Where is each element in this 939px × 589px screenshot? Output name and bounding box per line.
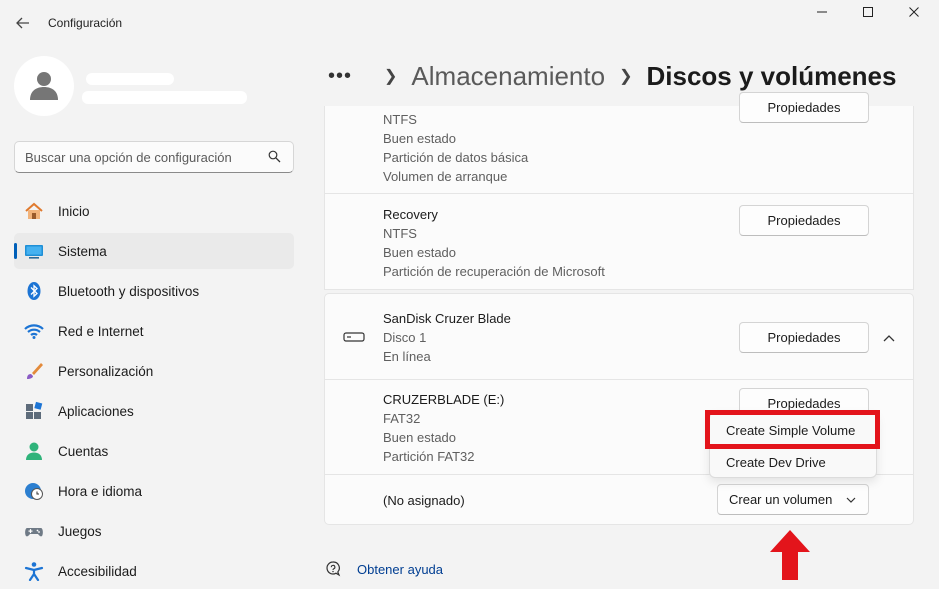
avatar[interactable]: [14, 56, 74, 116]
sidebar-item-label: Red e Internet: [58, 323, 144, 339]
chevron-up-icon[interactable]: [883, 334, 895, 342]
sidebar-item-label: Juegos: [58, 523, 102, 539]
accessibility-icon: [24, 562, 44, 581]
breadcrumb-more-button[interactable]: •••: [328, 65, 352, 88]
volume-status: Buen estado: [383, 430, 457, 445]
title-bar: Configuración: [0, 0, 939, 46]
sidebar-item-label: Bluetooth y dispositivos: [58, 283, 200, 299]
user-name-redacted: [86, 73, 174, 85]
sidebar-item-personalizacion[interactable]: Personalización: [14, 353, 294, 389]
close-button[interactable]: [899, 6, 929, 26]
bluetooth-icon: [27, 282, 41, 300]
clock-globe-icon: [25, 483, 43, 500]
maximize-button[interactable]: [853, 6, 883, 26]
search-icon: [268, 150, 281, 163]
chevron-down-icon: [846, 497, 856, 503]
sidebar-item-label: Aplicaciones: [58, 403, 134, 419]
usb-drive-icon: [343, 332, 365, 342]
properties-button[interactable]: Propiedades: [739, 92, 869, 123]
red-arrow-annotation: [770, 530, 810, 580]
disk-properties-button[interactable]: Propiedades: [739, 322, 869, 353]
partition-status: Buen estado: [383, 245, 457, 260]
account-icon: [26, 442, 42, 460]
sidebar-item-bluetooth[interactable]: Bluetooth y dispositivos: [14, 273, 294, 309]
volume-type: Partición FAT32: [383, 449, 475, 464]
settings-search[interactable]: [14, 141, 294, 173]
get-help-link[interactable]: Obtener ayuda: [357, 562, 443, 577]
volume-fs: FAT32: [383, 411, 421, 426]
brush-icon: [27, 363, 43, 379]
properties-button[interactable]: Propiedades: [739, 205, 869, 236]
sidebar-item-juegos[interactable]: Juegos: [14, 513, 294, 549]
sidebar-item-label: Hora e idioma: [58, 483, 143, 499]
partition-row: Recovery NTFS Buen estado Partición de r…: [325, 194, 913, 290]
create-volume-label: Crear un volumen: [729, 492, 833, 507]
system-icon: [25, 245, 43, 259]
breadcrumb: ••• ❯ Almacenamiento ❯ Discos y volúmene…: [328, 58, 896, 94]
disk-1-panel: SanDisk Cruzer Blade Disco 1 En línea Pr…: [324, 293, 914, 525]
unallocated-label: (No asignado): [383, 493, 465, 508]
disk-header-row[interactable]: SanDisk Cruzer Blade Disco 1 En línea Pr…: [325, 294, 913, 380]
sidebar-item-inicio[interactable]: Inicio: [14, 193, 294, 229]
breadcrumb-parent[interactable]: Almacenamiento: [411, 61, 605, 92]
sidebar-item-label: Accesibilidad: [58, 563, 137, 579]
home-icon: [25, 202, 43, 219]
partition-status: Buen estado: [383, 131, 457, 146]
help-icon: [326, 561, 341, 577]
minimize-button[interactable]: [807, 6, 837, 26]
search-input[interactable]: [25, 148, 261, 166]
gamepad-icon: [25, 528, 43, 537]
partition-type: Partición de recuperación de Microsoft: [383, 264, 605, 279]
disk-state: En línea: [383, 349, 431, 364]
user-email-redacted: [82, 91, 247, 104]
sidebar-item-accesibilidad[interactable]: Accesibilidad: [14, 553, 294, 589]
sidebar-item-sistema[interactable]: Sistema: [14, 233, 294, 269]
menu-item-create-dev-drive[interactable]: Create Dev Drive: [726, 455, 826, 470]
sidebar-item-aplicaciones[interactable]: Aplicaciones: [14, 393, 294, 429]
apps-icon: [26, 401, 43, 419]
chevron-right-icon: ❯: [384, 68, 398, 85]
sidebar-item-red[interactable]: Red e Internet: [14, 313, 294, 349]
partition-type: Partición de datos básica: [383, 150, 529, 165]
page-title: Discos y volúmenes: [646, 60, 897, 91]
sidebar-item-label: Cuentas: [58, 443, 109, 459]
partition-name: Recovery: [383, 207, 438, 222]
partition-boot: Volumen de arranque: [383, 169, 508, 184]
disk-name: SanDisk Cruzer Blade: [383, 311, 511, 326]
sidebar-item-hora[interactable]: Hora e idioma: [14, 473, 294, 509]
unallocated-row: (No asignado) Crear un volumen: [325, 475, 913, 525]
partition-fs: NTFS: [383, 112, 417, 127]
sidebar-nav: Inicio Sistema Bluetooth y dispositivos …: [14, 193, 294, 589]
chevron-right-icon: ❯: [619, 68, 633, 85]
volume-name: CRUZERBLADE (E:): [383, 392, 505, 407]
back-arrow-icon[interactable]: [12, 12, 34, 34]
sidebar-item-label: Sistema: [58, 243, 107, 259]
partition-fs: NTFS: [383, 226, 417, 241]
highlight-box: [705, 410, 880, 449]
sidebar-item-label: Personalización: [58, 363, 154, 379]
sidebar-item-cuentas[interactable]: Cuentas: [14, 433, 294, 469]
disk-0-panel: NTFS Buen estado Partición de datos bási…: [324, 92, 914, 290]
app-title: Configuración: [48, 16, 123, 30]
disk-number: Disco 1: [383, 330, 427, 345]
sidebar-item-label: Inicio: [58, 203, 90, 219]
partition-row: NTFS Buen estado Partición de datos bási…: [325, 92, 913, 194]
wifi-icon: [24, 324, 44, 339]
create-volume-dropdown[interactable]: Crear un volumen: [717, 484, 869, 515]
